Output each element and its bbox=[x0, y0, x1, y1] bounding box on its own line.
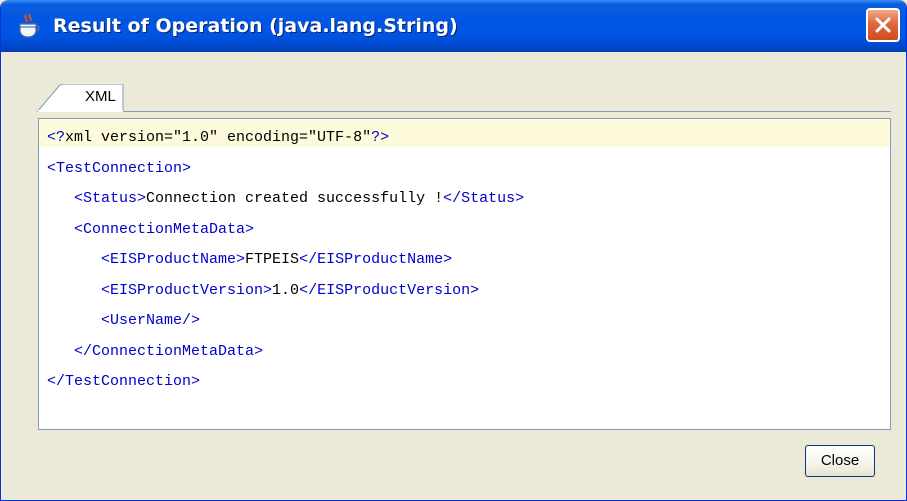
xml-text: <?xml version="1.0" encoding="UTF-8"?> <T… bbox=[47, 123, 524, 398]
xml-tag: <EISProductVersion> bbox=[101, 281, 273, 299]
xml-line: <EISProductVersion>1.0</EISProductVersio… bbox=[47, 276, 524, 307]
xml-tag: </EISProductName> bbox=[299, 251, 453, 268]
xml-content-area[interactable]: <?xml version="1.0" encoding="UTF-8"?> <T… bbox=[38, 118, 891, 430]
xml-text-value: FTPEIS bbox=[245, 251, 300, 268]
java-coffee-icon bbox=[15, 12, 43, 40]
close-window-button[interactable] bbox=[866, 8, 900, 42]
tab-label: XML bbox=[85, 88, 116, 105]
xml-tag: ?> bbox=[371, 129, 390, 146]
xml-tag: <EISProductName> bbox=[101, 251, 246, 268]
xml-tag: <Status> bbox=[74, 190, 147, 207]
tab-strip-line bbox=[123, 111, 891, 112]
dialog-content: XML <?xml version="1.0" encoding="UTF-8"… bbox=[5, 52, 902, 496]
close-button[interactable]: Close bbox=[805, 445, 875, 477]
xml-tag: </EISProductVersion> bbox=[299, 281, 480, 299]
xml-text-value: Connection created successfully ! bbox=[146, 190, 444, 207]
xml-tag: <UserName/> bbox=[101, 312, 201, 329]
xml-line: <TestConnection> bbox=[47, 154, 524, 185]
xml-tag: <ConnectionMetaData> bbox=[74, 220, 255, 238]
xml-line: <ConnectionMetaData> bbox=[47, 215, 524, 246]
window-title: Result of Operation (java.lang.String) bbox=[53, 15, 458, 37]
xml-line: <Status>Connection created successfully … bbox=[47, 184, 524, 215]
xml-line: <EISProductName>FTPEIS</EISProductName> bbox=[47, 245, 524, 276]
dialog-window: Result of Operation (java.lang.String) X… bbox=[0, 0, 907, 501]
xml-line: <?xml version="1.0" encoding="UTF-8"?> bbox=[47, 123, 524, 154]
title-bar[interactable]: Result of Operation (java.lang.String) bbox=[1, 0, 906, 52]
xml-tag: <? bbox=[47, 129, 66, 146]
xml-line: </ConnectionMetaData> bbox=[47, 337, 524, 368]
close-icon bbox=[875, 17, 891, 33]
xml-line: </TestConnection> bbox=[47, 367, 524, 398]
xml-text-value: xml version="1.0" encoding="UTF-8" bbox=[65, 129, 372, 146]
xml-tag: </Status> bbox=[443, 190, 525, 207]
xml-text-value: 1.0 bbox=[272, 281, 300, 299]
xml-tag: </TestConnection> bbox=[47, 373, 201, 390]
xml-tag: </ConnectionMetaData> bbox=[74, 342, 264, 360]
xml-tag: <TestConnection> bbox=[47, 159, 192, 177]
xml-line: <UserName/> bbox=[47, 306, 524, 337]
